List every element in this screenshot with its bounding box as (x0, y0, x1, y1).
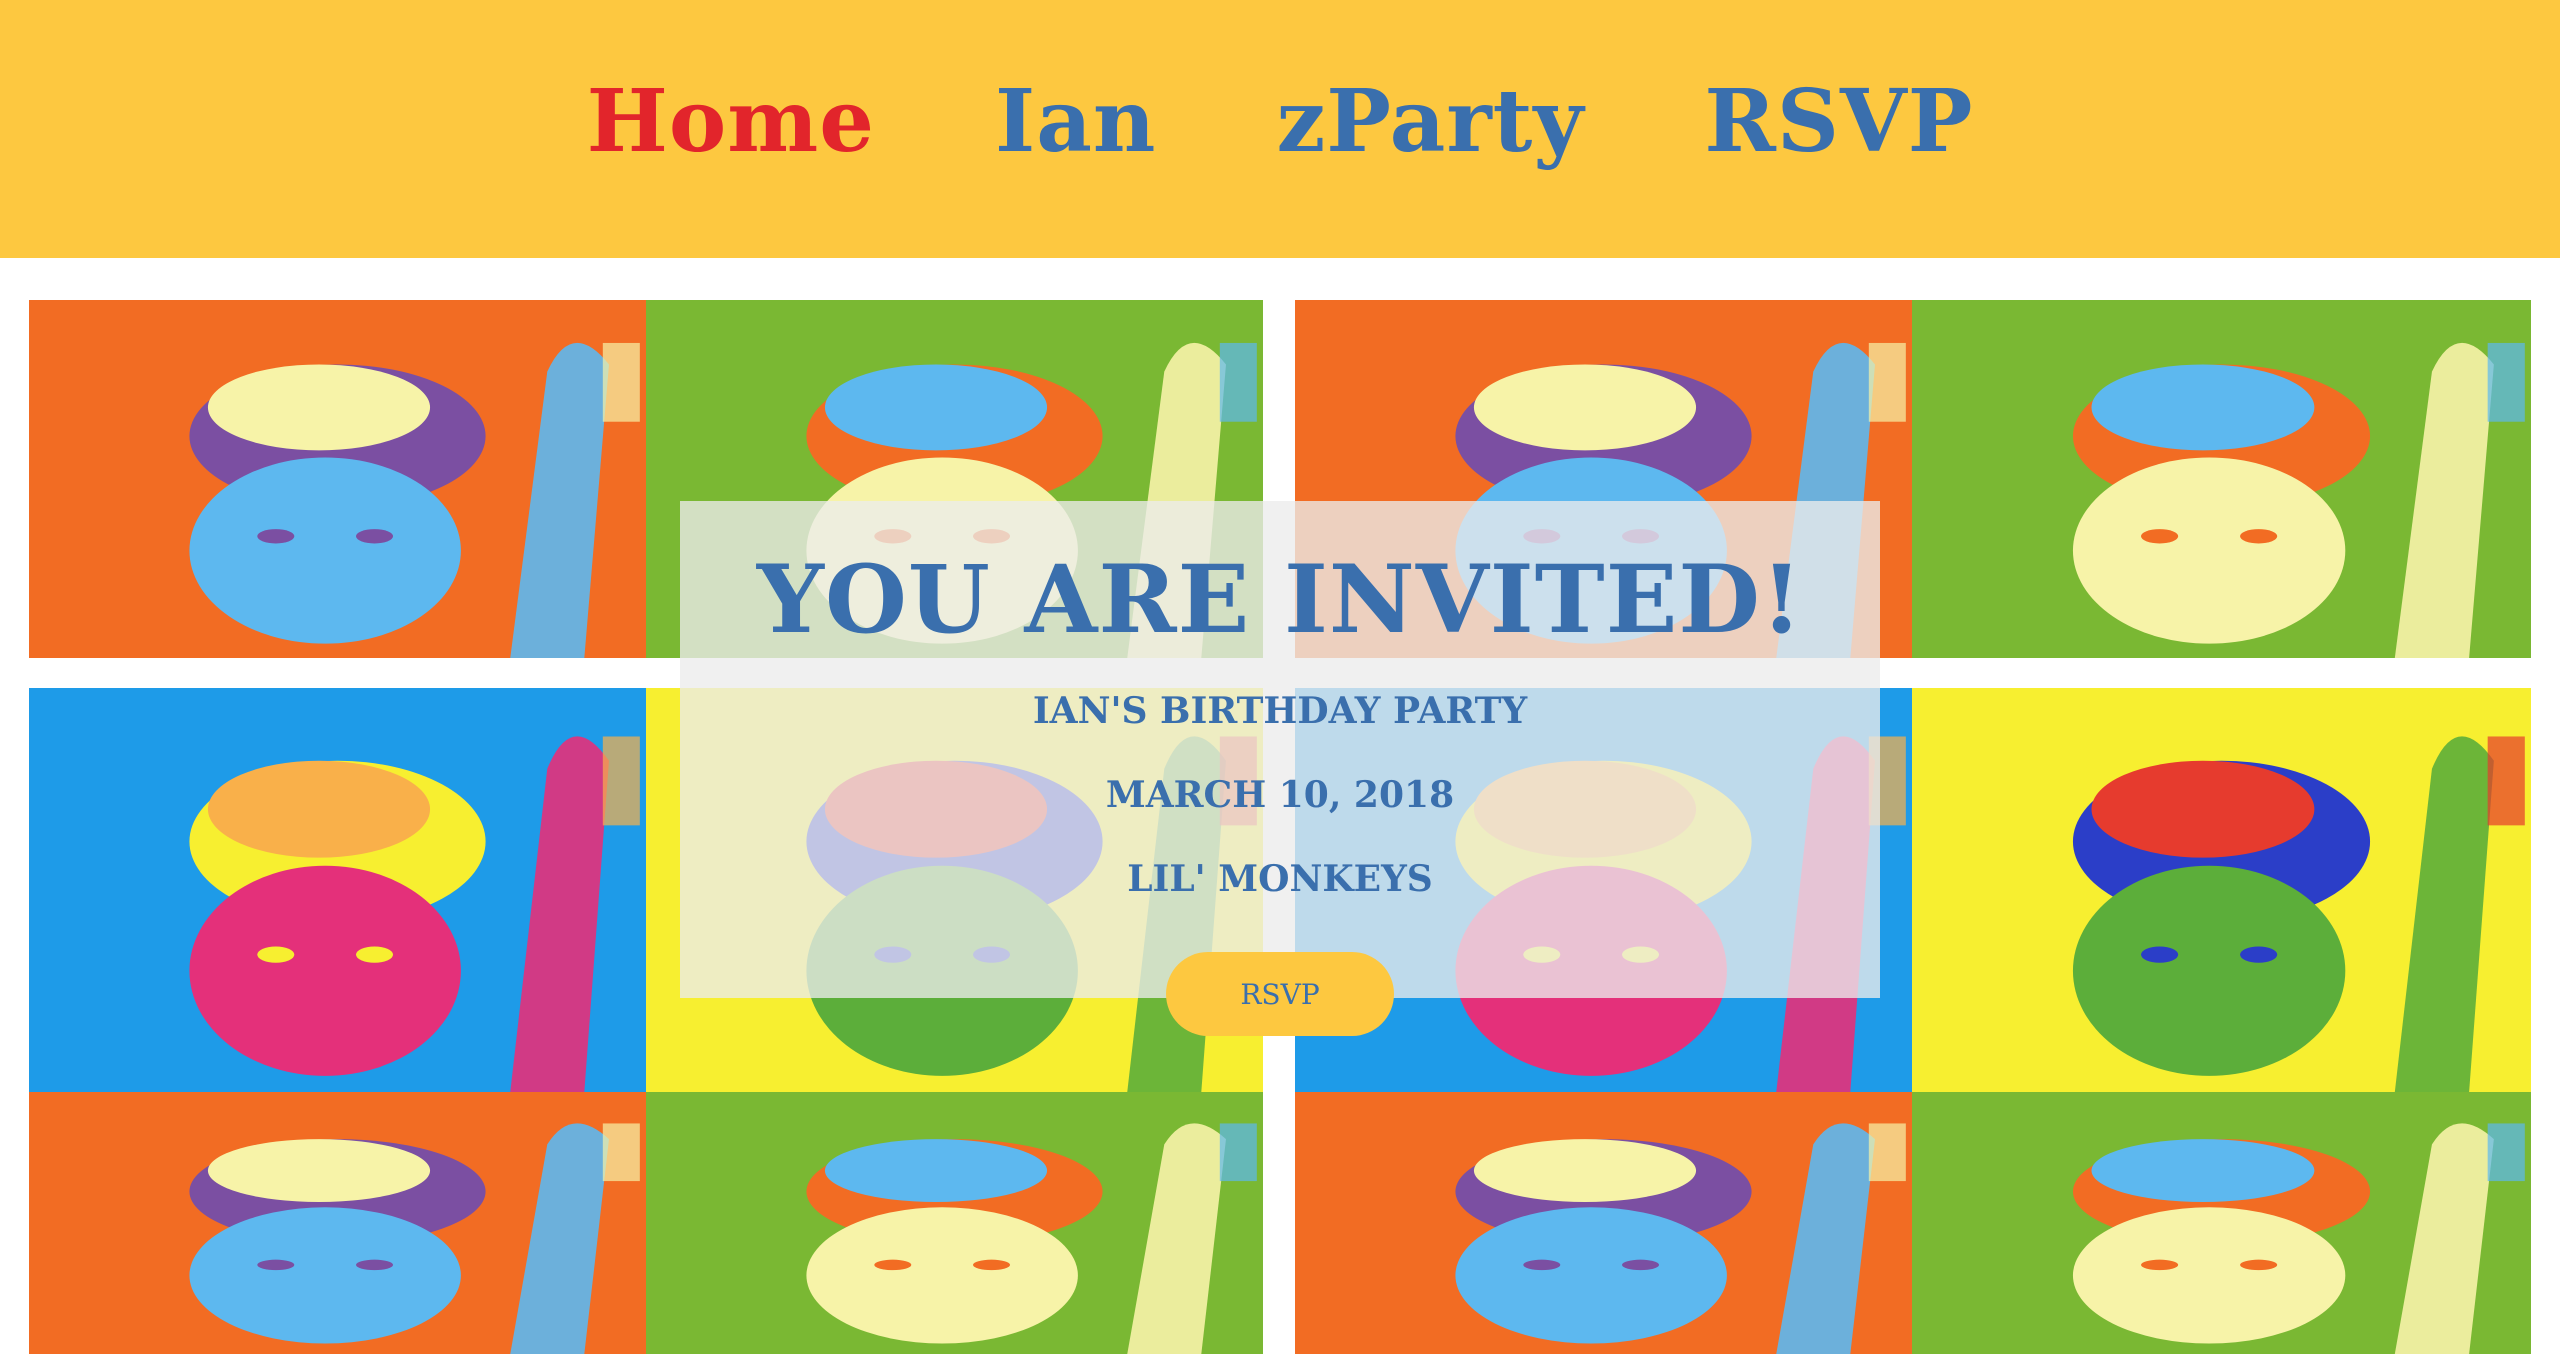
photo-tile (29, 1092, 646, 1354)
photo-tile (1912, 1092, 2531, 1354)
photo-tile (1912, 688, 2531, 1092)
rsvp-button[interactable]: RSVP (1166, 952, 1394, 1036)
nav-link-zparty[interactable]: zParty (1276, 62, 1584, 182)
party-name: IAN'S BIRTHDAY PARTY (1032, 690, 1528, 732)
photo-tile (29, 300, 646, 658)
invitation-panel: YOU ARE INVITED! IAN'S BIRTHDAY PARTY MA… (680, 501, 1880, 998)
photo-tile (1295, 1092, 1912, 1354)
photo-tile (29, 688, 646, 1092)
photo-tile (1912, 300, 2531, 658)
nav-link-ian[interactable]: Ian (995, 62, 1156, 182)
photo-tile (646, 1092, 1263, 1354)
nav-link-rsvp[interactable]: RSVP (1704, 62, 1973, 182)
nav-link-home[interactable]: Home (587, 62, 875, 182)
nav-links: Home Ian zParty RSVP (0, 62, 2560, 182)
party-date: MARCH 10, 2018 (1105, 774, 1455, 816)
party-venue: LIL' MONKEYS (1127, 858, 1433, 900)
invitation-title: YOU ARE INVITED! (756, 545, 1804, 655)
top-navigation: Home Ian zParty RSVP (0, 0, 2560, 258)
